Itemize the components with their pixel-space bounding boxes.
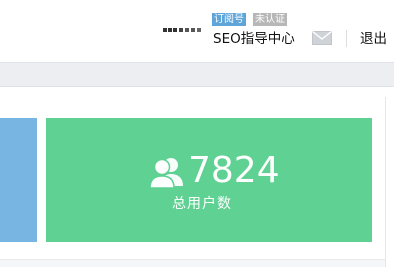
bottom-panel-edge — [0, 259, 385, 267]
total-users-value: 7824 — [188, 150, 280, 191]
users-icon — [149, 158, 183, 188]
header-divider — [346, 30, 347, 47]
account-name[interactable]: SEO指导中心 — [213, 30, 295, 48]
stat-card-blue[interactable] — [0, 118, 37, 242]
sub-nav-bar — [0, 62, 394, 87]
total-users-card[interactable]: 7824 总用户数 — [46, 118, 372, 242]
unverified-badge: 未认证 — [253, 13, 287, 26]
account-logo — [163, 28, 201, 32]
subscription-badge: 订阅号 — [212, 13, 246, 26]
top-header: 订阅号 未认证 SEO指导中心 退出 — [0, 0, 394, 62]
total-users-label: 总用户数 — [172, 196, 232, 212]
mail-icon[interactable] — [312, 31, 332, 45]
logout-button[interactable]: 退出 — [360, 30, 387, 48]
